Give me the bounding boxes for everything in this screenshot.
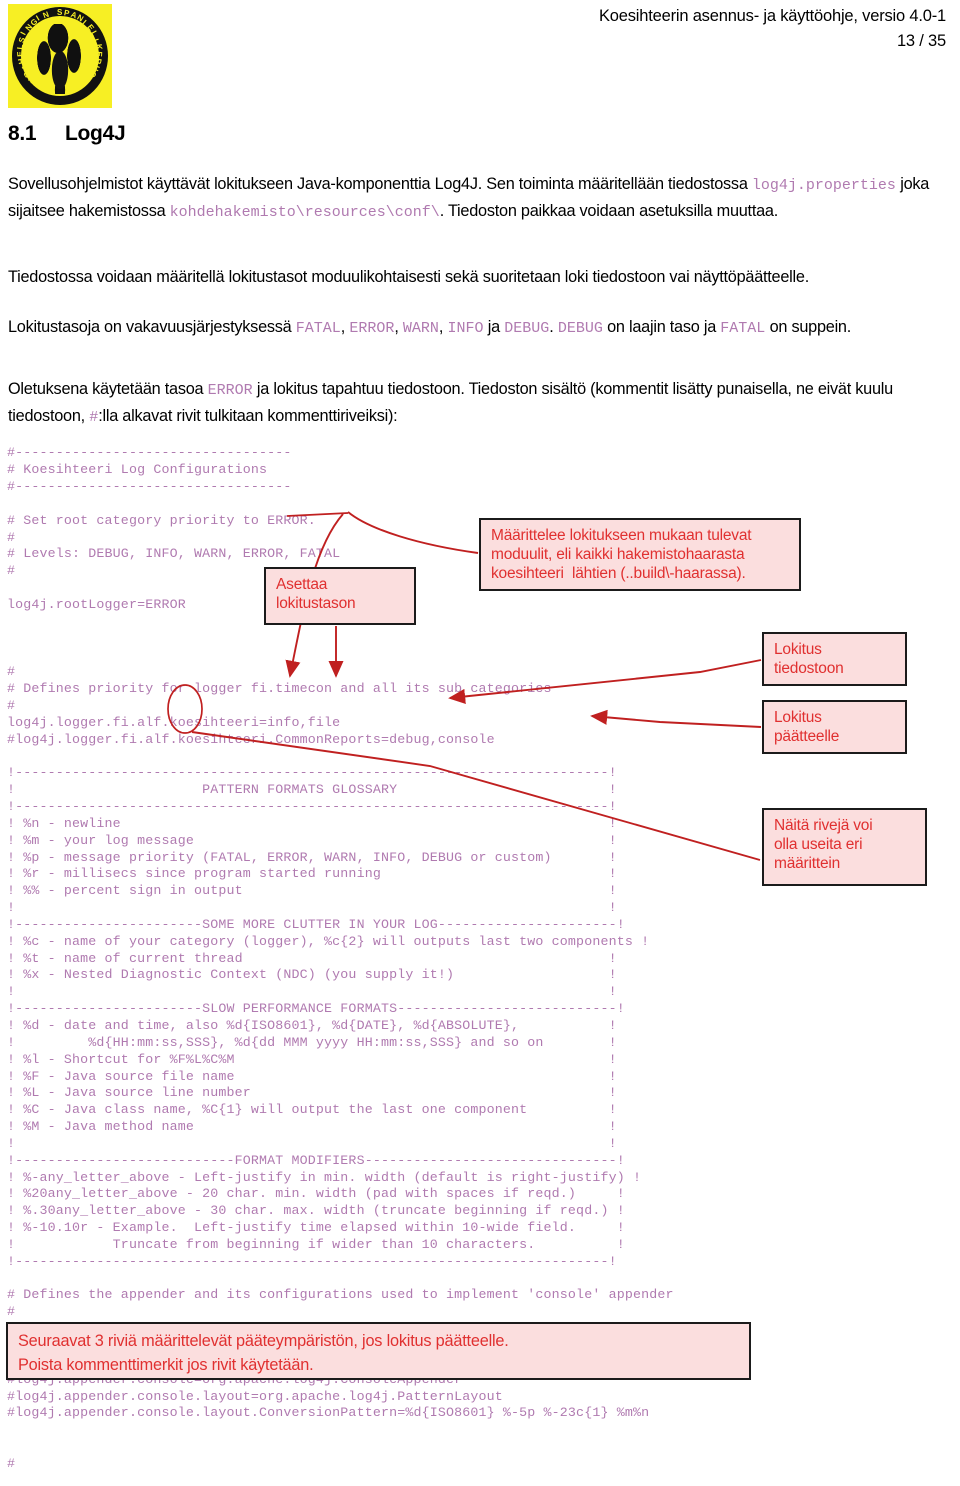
code-line: ! %.30any_letter_above - 30 char. max. w… <box>7 1203 625 1219</box>
code-line: # <box>7 1304 16 1320</box>
callout-seuraavat-3-rivia: Seuraavat 3 riviä määrittelevät pääteymp… <box>6 1322 751 1380</box>
page-number: 13 / 35 <box>896 32 946 50</box>
code-line: ! %-10.10r - Example. Left-justify time … <box>7 1220 625 1236</box>
p3-sep2: , <box>394 318 403 336</box>
callout-seuraavat-line-1: Seuraavat 3 riviä määrittelevät pääteymp… <box>18 1332 509 1350</box>
code-line: ! %C - Java class name, %C{1} will outpu… <box>7 1102 617 1118</box>
code-line: !-----------------------SLOW PERFORMANCE… <box>7 1001 625 1017</box>
section-title: Log4J <box>65 122 126 145</box>
level-warn: WARN <box>402 320 439 337</box>
callout-useita-line-1: Näitä rivejä voi <box>774 817 873 834</box>
code-line: ! PATTERN FORMATS GLOSSARY ! <box>7 782 617 798</box>
code-line: ! %F - Java source file name ! <box>7 1068 617 1084</box>
level-error: ERROR <box>349 320 395 337</box>
organization-logo: SUUR-HELSINGIN SPANIELIKERHO RY <box>8 4 112 108</box>
callout-asettaa-line-2: lokitustason <box>276 595 356 612</box>
code-line: ! %d{HH:mm:ss,SSS}, %d{dd MMM yyyy HH:mm… <box>7 1034 617 1050</box>
p3-text-a: Lokitustasoja on vakavuusjärjestyksessä <box>8 318 296 336</box>
p3-text-b: ja <box>483 318 505 336</box>
p3-text-c: . <box>549 318 558 336</box>
code-line: log4j.rootLogger=ERROR <box>7 596 186 612</box>
code-line: ! %d - date and time, also %d{ISO8601}, … <box>7 1017 617 1033</box>
callout-moduulit-line-3: koesihteeri lähtien (..build\-haarassa). <box>491 565 746 582</box>
p4-text-c: :lla alkavat rivit tulkitaan kommenttiri… <box>98 406 398 425</box>
callout-lokitus-tiedostoon: Lokitus tiedostoon <box>762 632 907 686</box>
code-line: #log4j.appender.console.layout=org.apach… <box>7 1388 503 1404</box>
code-line: # <box>7 1455 16 1471</box>
callout-asettaa-line-1: Asettaa <box>276 576 328 593</box>
code-line: !---------------------------FORMAT MODIF… <box>7 1152 625 1168</box>
code-line: !---------------------------------------… <box>7 765 617 781</box>
callout-paatteelle-line-2: päätteelle <box>774 728 840 745</box>
level-error-default: ERROR <box>207 382 253 399</box>
callout-moduulit-line-1: Määrittelee lokitukseen mukaan tulevat <box>491 527 752 544</box>
code-line: #---------------------------------- <box>7 445 292 461</box>
code-line: ! %l - Shortcut for %F%L%C%M ! <box>7 1051 617 1067</box>
code-line: ! %20any_letter_above - 20 char. min. wi… <box>7 1186 625 1202</box>
section-number: 8.1 <box>8 122 37 145</box>
paragraph-severity-order: Lokitustasoja on vakavuusjärjestyksessä … <box>8 315 944 342</box>
callout-useita-line-2: olla useita eri <box>774 836 863 853</box>
code-line: #---------------------------------- <box>7 478 292 494</box>
level-fatal: FATAL <box>295 320 341 337</box>
paragraph-levels-intro: Tiedostossa voidaan määritellä lokitusta… <box>8 268 809 286</box>
code-line: ! %M - Java method name ! <box>7 1119 617 1135</box>
code-line: ! Truncate from beginning if wider than … <box>7 1236 625 1252</box>
code-line: ! %c - name of your category (logger), %… <box>7 933 650 949</box>
level-fatal-2: FATAL <box>720 320 766 337</box>
p3-text-e: on suppein. <box>765 318 852 336</box>
p1-code-properties: log4j.properties <box>751 177 896 194</box>
callout-moduulit: Määrittelee lokitukseen mukaan tulevat m… <box>479 518 801 591</box>
p4-text-a: Oletuksena käytetään tasoa <box>8 380 208 398</box>
level-debug-2: DEBUG <box>557 320 603 337</box>
callout-tiedostoon-line-1: Lokitus <box>774 641 822 658</box>
callout-asettaa-lokitustason: Asettaa lokitustason <box>264 567 416 625</box>
callout-tiedostoon-line-2: tiedostoon <box>774 660 844 677</box>
level-info: INFO <box>447 320 484 337</box>
code-line: ! ! <box>7 984 617 1000</box>
paragraph-intro: Sovellusohjelmistot käyttävät lokituksee… <box>8 172 944 225</box>
p1-text-c: . Tiedoston paikkaa voidaan asetuksilla … <box>439 201 779 220</box>
code-line: #log4j.appender.console.layout.Conversio… <box>7 1405 650 1421</box>
callout-naita-riveja: Näitä rivejä voi olla useita eri määritt… <box>762 808 927 886</box>
code-line: !-----------------------SOME MORE CLUTTE… <box>7 916 625 932</box>
document-title: Koesihteerin asennus- ja käyttöohje, ver… <box>599 7 946 25</box>
page-header: SUUR-HELSINGIN SPANIELIKERHO RY Koesihte… <box>0 0 960 112</box>
callout-lokitus-paatteelle: Lokitus päätteelle <box>762 700 907 754</box>
callout-seuraavat-line-2: Poista kommenttimerkit jos rivit käytetä… <box>18 1356 314 1374</box>
code-line: !---------------------------------------… <box>7 1253 617 1269</box>
log4j-properties-code-block: #---------------------------------- # Koe… <box>7 445 953 1472</box>
p3-text-d: on laajin taso ja <box>602 318 721 336</box>
code-line: ! %x - Nested Diagnostic Context (NDC) (… <box>7 967 617 983</box>
callout-paatteelle-line-1: Lokitus <box>774 709 822 726</box>
code-line: ! %L - Java source line number ! <box>7 1085 617 1101</box>
callout-useita-line-3: määrittein <box>774 855 841 872</box>
code-line: # Defines the appender and its configura… <box>7 1287 674 1303</box>
code-line: ! ! <box>7 900 617 916</box>
level-debug: DEBUG <box>504 320 550 337</box>
comment-hash-char: # <box>89 408 99 426</box>
code-line: ! ! <box>7 1135 617 1151</box>
code-line: # Koesihteeri Log Configurations <box>7 462 268 478</box>
code-line: ! %t - name of current thread ! <box>7 950 617 966</box>
section-heading: 8.1 Log4J <box>8 122 126 146</box>
p1-code-path: kohdehakemisto\resources\conf\ <box>169 203 440 221</box>
code-line: ! %-any_letter_above - Left-justify in m… <box>7 1169 642 1185</box>
p1-text-a: Sovellusohjelmistot käyttävät lokituksee… <box>8 175 752 193</box>
paragraph-default-level: Oletuksena käytetään tasoa ERROR ja loki… <box>8 377 944 430</box>
callout-moduulit-line-2: moduulit, eli kaikki hakemistohaarasta <box>491 546 745 563</box>
